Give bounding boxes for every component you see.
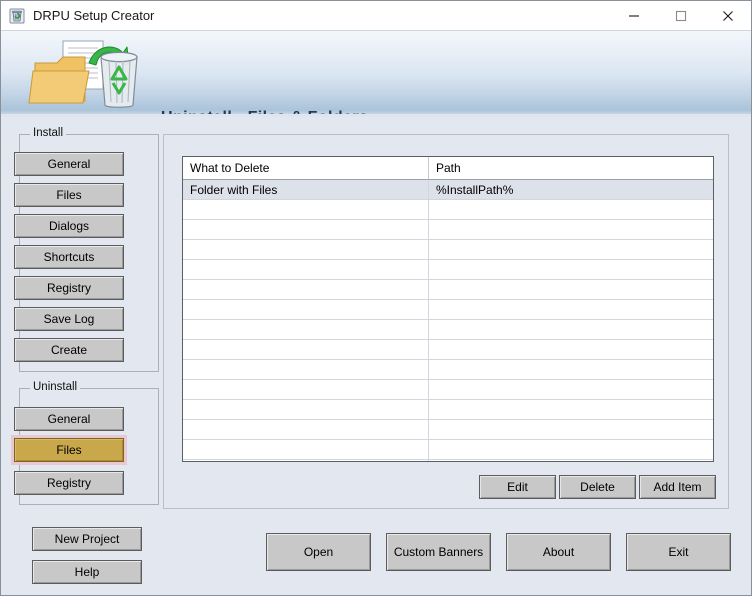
cell-path: [428, 259, 713, 280]
cell-path: [428, 399, 713, 420]
add-item-button[interactable]: Add Item: [639, 475, 716, 499]
page-title: Uninstall - Files & Folders: [161, 109, 368, 117]
new-project-button[interactable]: New Project: [32, 527, 142, 551]
column-header-path[interactable]: Path: [428, 157, 713, 180]
edit-button[interactable]: Edit: [479, 475, 556, 499]
sidebar-item-install-general[interactable]: General: [14, 152, 124, 176]
cell-what-to-delete: [183, 459, 429, 461]
table-row-empty[interactable]: [183, 439, 713, 460]
table-row-empty[interactable]: [183, 219, 713, 240]
cell-what-to-delete: [183, 299, 429, 320]
table-row-empty[interactable]: [183, 379, 713, 400]
application-window: DRPU Setup Creator Install General Files…: [0, 0, 752, 596]
cell-path: [428, 339, 713, 360]
exit-button[interactable]: Exit: [626, 533, 731, 571]
maximize-button[interactable]: [658, 1, 704, 30]
table-row-empty[interactable]: [183, 319, 713, 340]
table-row-empty[interactable]: [183, 459, 713, 461]
custom-banners-button[interactable]: Custom Banners: [386, 533, 491, 571]
header-banner: Uninstall - Files & Folders: [1, 31, 751, 117]
sidebar-item-uninstall-registry[interactable]: Registry: [14, 471, 124, 495]
sidebar-item-install-create[interactable]: Create: [14, 338, 124, 362]
close-button[interactable]: [705, 1, 751, 30]
table-row-empty[interactable]: [183, 299, 713, 320]
table-row-empty[interactable]: [183, 359, 713, 380]
cell-path: [428, 359, 713, 380]
cell-path: [428, 379, 713, 400]
cell-what-to-delete: [183, 279, 429, 300]
delete-button[interactable]: Delete: [559, 475, 636, 499]
cell-path: [428, 439, 713, 460]
about-button[interactable]: About: [506, 533, 611, 571]
table-row[interactable]: Folder with Files %InstallPath%: [183, 179, 713, 200]
minimize-button[interactable]: [611, 1, 657, 30]
table-row-empty[interactable]: [183, 419, 713, 440]
cell-what-to-delete: [183, 399, 429, 420]
recycle-bin-icon: [9, 8, 25, 24]
table-row-empty[interactable]: [183, 279, 713, 300]
sidebar-item-install-files[interactable]: Files: [14, 183, 124, 207]
cell-what-to-delete: [183, 199, 429, 220]
help-button[interactable]: Help: [32, 560, 142, 584]
uninstall-group-label: Uninstall: [30, 381, 81, 393]
cell-what-to-delete: [183, 439, 429, 460]
table-row-empty[interactable]: [183, 239, 713, 260]
sidebar-item-install-dialogs[interactable]: Dialogs: [14, 214, 124, 238]
cell-path: [428, 219, 713, 240]
open-button[interactable]: Open: [266, 533, 371, 571]
cell-path: %InstallPath%: [428, 179, 713, 200]
cell-what-to-delete: [183, 239, 429, 260]
cell-what-to-delete: [183, 339, 429, 360]
cell-what-to-delete: Folder with Files: [183, 179, 429, 200]
table-header-row: What to Delete Path: [183, 157, 713, 180]
table-row-empty[interactable]: [183, 339, 713, 360]
cell-what-to-delete: [183, 259, 429, 280]
delete-items-table[interactable]: What to Delete Path Folder with Files %In…: [182, 156, 714, 462]
table-row-empty[interactable]: [183, 399, 713, 420]
install-group-label: Install: [30, 127, 67, 139]
sidebar-item-uninstall-files[interactable]: Files: [14, 438, 124, 462]
cell-path: [428, 199, 713, 220]
cell-path: [428, 459, 713, 461]
sidebar-item-install-save-log[interactable]: Save Log: [14, 307, 124, 331]
table-row-empty[interactable]: [183, 199, 713, 220]
folder-recycle-bin-icon: [23, 33, 153, 117]
sidebar-item-install-shortcuts[interactable]: Shortcuts: [14, 245, 124, 269]
cell-path: [428, 299, 713, 320]
cell-path: [428, 419, 713, 440]
cell-what-to-delete: [183, 419, 429, 440]
column-header-what-to-delete[interactable]: What to Delete: [183, 157, 429, 180]
cell-what-to-delete: [183, 379, 429, 400]
window-title: DRPU Setup Creator: [33, 8, 155, 23]
cell-what-to-delete: [183, 319, 429, 340]
cell-path: [428, 239, 713, 260]
sidebar-item-uninstall-general[interactable]: General: [14, 407, 124, 431]
cell-what-to-delete: [183, 219, 429, 240]
cell-path: [428, 279, 713, 300]
cell-path: [428, 319, 713, 340]
table-row-empty[interactable]: [183, 259, 713, 280]
cell-what-to-delete: [183, 359, 429, 380]
title-bar: DRPU Setup Creator: [1, 1, 751, 31]
sidebar-item-install-registry[interactable]: Registry: [14, 276, 124, 300]
